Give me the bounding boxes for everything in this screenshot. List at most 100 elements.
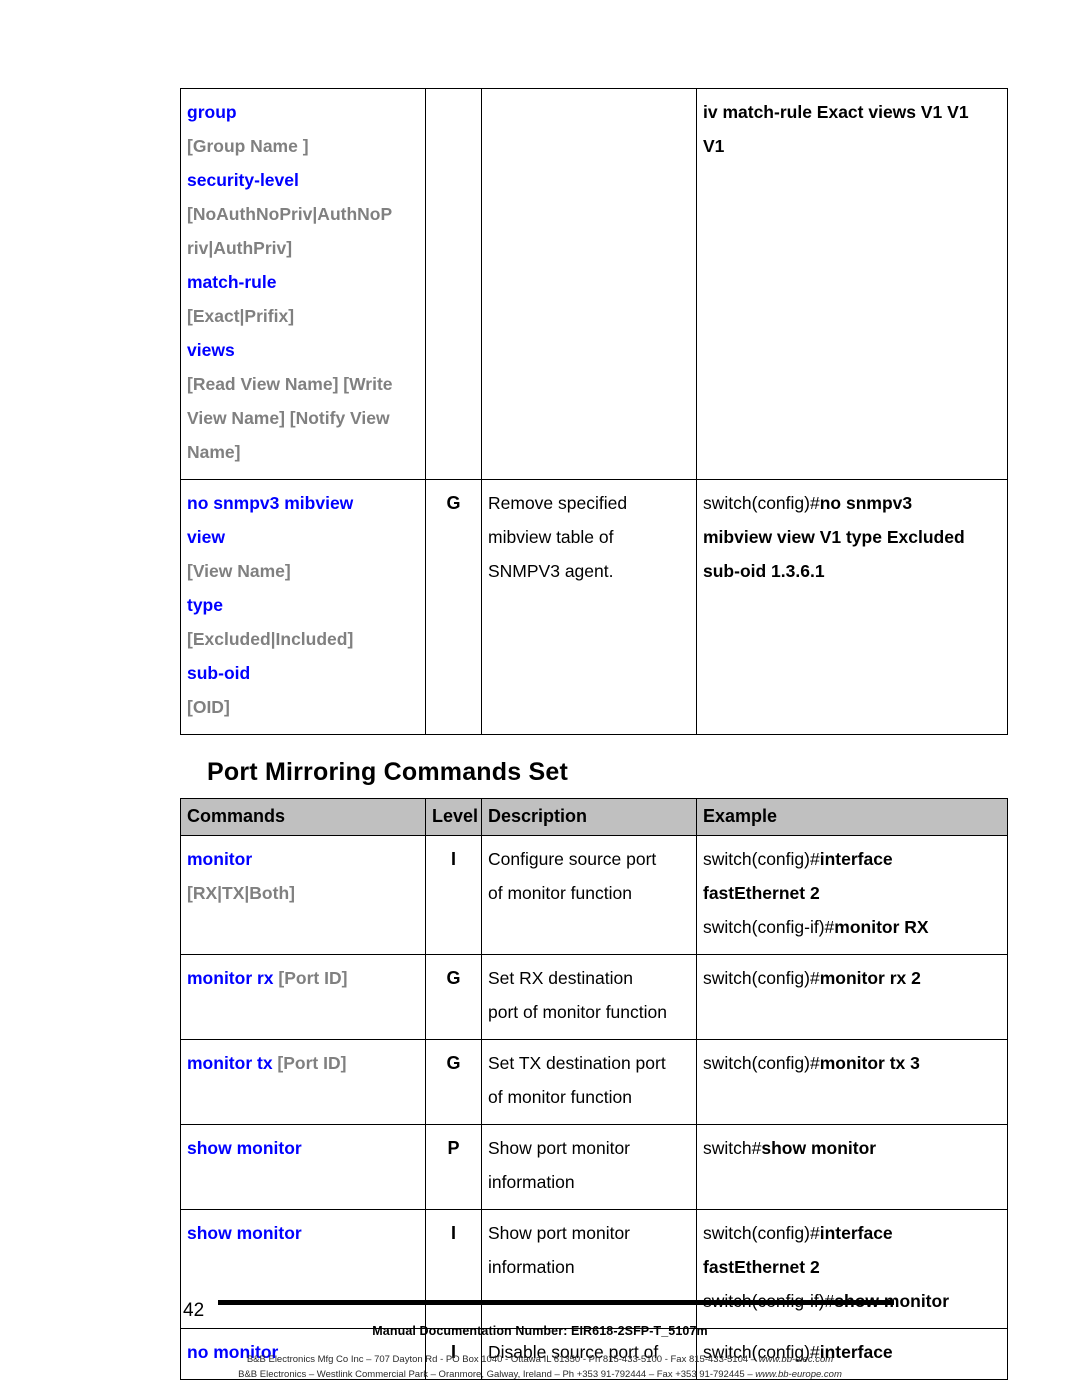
level-value: I [450, 849, 456, 869]
cell-description: Set TX destination port of monitor functi… [481, 1039, 697, 1125]
cell-example: switch(config)#no snmpv3 mibview view V1 … [696, 479, 1008, 735]
description-line: SNMPV3 agent. [488, 561, 614, 581]
description-line: of monitor function [488, 1087, 632, 1107]
description-line: Set RX destination [488, 968, 633, 988]
cell-description: Show port monitor information [481, 1209, 697, 1329]
page-title: Port Mirroring Commands Set [207, 758, 568, 786]
port-mirroring-commands-table: Commands Level Description Example monit… [180, 798, 1008, 1380]
cell-level [425, 88, 482, 480]
command-token: show monitor [187, 1223, 302, 1243]
level-value: G [446, 1053, 461, 1073]
command-token: view [187, 527, 225, 547]
table-row: monitor tx [Port ID] G Set TX destination … [180, 1039, 1008, 1125]
cell-description: Remove specified mibview table of SNMPV3 a… [481, 479, 697, 735]
cell-level: G [425, 479, 482, 735]
table-row: group [Group Name ] security-level [NoAuthN… [180, 88, 1008, 480]
description-line: of monitor function [488, 883, 632, 903]
cell-example: switch(config)#monitor tx 3 [696, 1039, 1008, 1125]
column-header-description: Description [481, 798, 697, 836]
footer-address-line-2: B&B Electronics – Westlink Commercial Pa… [0, 1367, 1080, 1382]
example-prompt: switch(config)# [703, 1223, 820, 1243]
cell-command: group [Group Name ] security-level [NoAuthN… [180, 88, 426, 480]
example-prompt: switch(config)# [703, 849, 820, 869]
command-line: sub-oid [187, 656, 419, 690]
command-param-token: [Port ID] [278, 968, 348, 988]
example-line: switch(config)#interface [703, 1216, 1001, 1250]
column-header-example: Example [696, 798, 1008, 836]
table-row: show monitor I Show port monitor informatio… [180, 1209, 1008, 1329]
description-line: information [488, 1257, 575, 1277]
cell-description: Show port monitor information [481, 1124, 697, 1210]
example-prompt: switch(config)# [703, 493, 820, 513]
cell-level: G [425, 954, 482, 1040]
command-token: [Exact|Prifix] [187, 306, 295, 326]
example-text: V1 [703, 136, 725, 156]
example-line: iv match-rule Exact views V1 V1 [703, 95, 1001, 129]
example-text: iv match-rule Exact views V1 V1 [703, 102, 969, 122]
command-token: type [187, 595, 223, 615]
command-token: monitor rx [187, 968, 279, 988]
example-command: sub-oid 1.3.6.1 [703, 561, 825, 581]
table-header-row: Commands Level Description Example [180, 798, 1008, 836]
command-line: [Read View Name] [Write [187, 367, 419, 401]
command-line: monitor [187, 842, 419, 876]
cell-command: monitor [RX|TX|Both] [180, 835, 426, 955]
example-line: switch(config)#monitor rx 2 [703, 961, 1001, 995]
example-line: switch(config)#monitor tx 3 [703, 1046, 1001, 1080]
command-line: group [187, 95, 419, 129]
command-line: view [187, 520, 419, 554]
command-token: riv|AuthPriv] [187, 238, 293, 258]
command-token: Name] [187, 442, 241, 462]
footer-url-us: www.bb-elec.com [758, 1354, 834, 1365]
command-line: views [187, 333, 419, 367]
description-line: Show port monitor [488, 1223, 631, 1243]
table-row: show monitor P Show port monitor informatio… [180, 1124, 1008, 1210]
footer-address-line-1: B&B Electronics Mfg Co Inc – 707 Dayton … [0, 1352, 1080, 1367]
command-token: [Excluded|Included] [187, 629, 354, 649]
command-token: no snmpv3 mibview [187, 493, 354, 513]
level-value: G [446, 493, 461, 513]
command-line: [RX|TX|Both] [187, 876, 419, 910]
cell-command: monitor tx [Port ID] [180, 1039, 426, 1125]
command-token: monitor [187, 849, 253, 869]
example-command: monitor rx 2 [819, 968, 921, 988]
footer-address-line-2-text: B&B Electronics – Westlink Commercial Pa… [238, 1369, 756, 1380]
command-line: show monitor [187, 1131, 419, 1165]
command-line: show monitor [187, 1216, 419, 1250]
command-line: [Excluded|Included] [187, 622, 419, 656]
cell-level: I [425, 1209, 482, 1329]
command-line: type [187, 588, 419, 622]
command-token: [Read View Name] [Write [187, 374, 393, 394]
cell-example: switch(config)#interface fastEthernet 2 sw… [696, 1209, 1008, 1329]
footer-address-block: B&B Electronics Mfg Co Inc – 707 Dayton … [0, 1352, 1080, 1382]
command-token: match-rule [187, 272, 277, 292]
example-line: switch(config-if)#monitor RX [703, 910, 1001, 944]
example-prompt: switch# [703, 1138, 762, 1158]
cell-level: P [425, 1124, 482, 1210]
example-command: no snmpv3 [819, 493, 913, 513]
column-header-level: Level [425, 798, 482, 836]
command-line: no snmpv3 mibview [187, 486, 419, 520]
description-line: Remove specified [488, 493, 628, 513]
document-page: group [Group Name ] security-level [NoAuthN… [0, 0, 1080, 1397]
cell-description [481, 88, 697, 480]
example-line: fastEthernet 2 [703, 1250, 1001, 1284]
level-value: I [450, 1223, 456, 1243]
cell-level: I [425, 835, 482, 955]
command-line: monitor tx [Port ID] [187, 1046, 419, 1080]
cell-example: iv match-rule Exact views V1 V1 V1 [696, 88, 1008, 480]
example-line: switch(config)#interface [703, 842, 1001, 876]
command-token: [Group Name ] [187, 136, 309, 156]
description-line: Show port monitor [488, 1138, 631, 1158]
example-command: monitor tx 3 [819, 1053, 920, 1073]
command-token: [RX|TX|Both] [187, 883, 295, 903]
cell-command: monitor rx [Port ID] [180, 954, 426, 1040]
command-line: [Exact|Prifix] [187, 299, 419, 333]
example-command: fastEthernet 2 [703, 883, 820, 903]
description-line: Configure source port [488, 849, 657, 869]
command-token: [OID] [187, 697, 230, 717]
column-header-commands: Commands [180, 798, 426, 836]
cell-command: no snmpv3 mibview view [View Name] type [Exc… [180, 479, 426, 735]
table-row: monitor [RX|TX|Both] I Configure source por… [180, 835, 1008, 955]
command-token: [View Name] [187, 561, 291, 581]
